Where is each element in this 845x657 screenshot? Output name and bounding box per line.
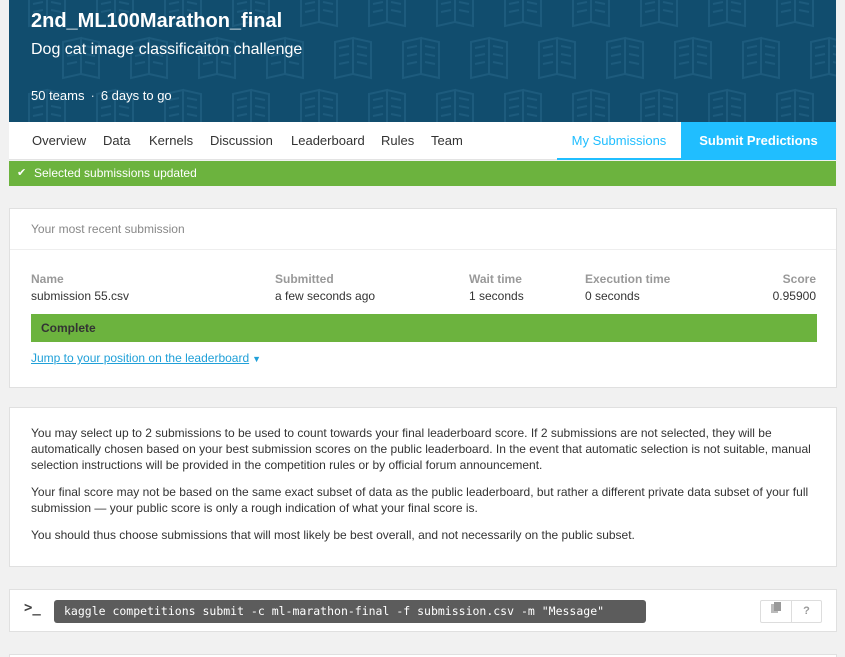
book-icon: [640, 88, 678, 122]
caret-down-icon: ▼: [252, 354, 262, 364]
book-icon: [674, 36, 712, 80]
recent-submission-card: Your most recent submission Name submiss…: [9, 208, 837, 388]
submit-predictions-button[interactable]: Submit Predictions: [681, 122, 836, 160]
book-icon: [640, 0, 678, 28]
name-label: Name: [31, 272, 64, 286]
execution-time-value: 0 seconds: [585, 289, 640, 303]
wait-time-label: Wait time: [469, 272, 522, 286]
status-complete-bar: Complete: [31, 314, 817, 342]
book-icon: [606, 36, 644, 80]
tab-data[interactable]: Data: [103, 133, 130, 148]
banner-text: Selected submissions updated: [34, 166, 197, 180]
book-icon: [436, 88, 474, 122]
jump-link-text: Jump to your position on the leaderboard: [31, 351, 250, 365]
submitted-time: a few seconds ago: [275, 289, 376, 303]
submitted-label: Submitted: [275, 272, 334, 286]
checkmark-icon: ✔: [17, 167, 27, 179]
jump-to-leaderboard-link[interactable]: Jump to your position on the leaderboard…: [31, 351, 261, 365]
book-icon: [776, 88, 814, 122]
competition-header: 2nd_ML100Marathon_final Dog cat image cl…: [9, 0, 836, 122]
tab-overview[interactable]: Overview: [32, 133, 86, 148]
book-icon: [708, 88, 746, 122]
book-icon: [538, 36, 576, 80]
selection-info-card: You may select up to 2 submissions to be…: [9, 407, 837, 567]
info-paragraph: You should thus choose submissions that …: [31, 528, 635, 542]
book-icon: [368, 88, 406, 122]
deadline-text: 6 days to go: [100, 88, 172, 103]
score-label: Score: [782, 272, 816, 286]
book-icon: [742, 36, 780, 80]
book-icon: [504, 0, 542, 28]
book-icon: [504, 88, 542, 122]
wait-time-column: Wait time 1 seconds: [469, 272, 524, 303]
info-paragraph: You may select up to 2 submissions to be…: [31, 426, 811, 472]
name-column: Name submission 55.csv: [31, 272, 129, 303]
tab-leaderboard[interactable]: Leaderboard: [291, 133, 365, 148]
cli-actions: ?: [760, 600, 822, 623]
submission-filename: submission 55.csv: [31, 289, 130, 303]
book-icon: [232, 88, 270, 122]
help-button[interactable]: ?: [791, 601, 821, 622]
meta-separator: ·: [90, 88, 95, 103]
book-icon: [300, 0, 338, 28]
book-icon: [708, 0, 746, 28]
terminal-prompt-icon: >_: [24, 600, 41, 616]
wait-time-value: 1 seconds: [469, 289, 524, 303]
tab-kernels[interactable]: Kernels: [149, 133, 193, 148]
success-banner: ✔ Selected submissions updated: [9, 161, 836, 186]
book-icon: [402, 36, 440, 80]
tab-discussion[interactable]: Discussion: [210, 133, 273, 148]
execution-time-column: Execution time 0 seconds: [585, 272, 670, 303]
book-icon: [334, 36, 372, 80]
book-icon: [572, 88, 610, 122]
teams-count: 50 teams: [31, 88, 85, 103]
competition-title: 2nd_ML100Marathon_final: [31, 10, 283, 32]
cli-command-text[interactable]: kaggle competitions submit -c ml-maratho…: [54, 600, 646, 623]
clipboard-icon[interactable]: [761, 601, 791, 622]
score-value: 0.95900: [772, 289, 816, 303]
book-icon: [776, 0, 814, 28]
execution-time-label: Execution time: [585, 272, 671, 286]
book-icon: [436, 0, 474, 28]
competition-subtitle: Dog cat image classificaiton challenge: [31, 41, 303, 58]
tab-team[interactable]: Team: [431, 133, 463, 148]
recent-submission-heading: Your most recent submission: [10, 209, 836, 250]
cli-command-card: >_ kaggle competitions submit -c ml-mara…: [9, 589, 837, 632]
tab-my-submissions[interactable]: My Submissions: [557, 122, 681, 160]
tab-rules[interactable]: Rules: [381, 133, 414, 148]
competition-meta: 50 teams · 6 days to go: [31, 88, 172, 103]
book-icon: [572, 0, 610, 28]
book-icon: [300, 88, 338, 122]
book-icon: [810, 36, 836, 80]
book-icon: [470, 36, 508, 80]
info-paragraph: Your final score may not be based on the…: [31, 485, 809, 515]
submitted-column: Submitted a few seconds ago: [275, 272, 375, 303]
score-column: Score 0.95900: [773, 272, 816, 303]
book-icon: [368, 0, 406, 28]
competition-tabs: Overview Data Kernels Discussion Leaderb…: [9, 122, 836, 160]
